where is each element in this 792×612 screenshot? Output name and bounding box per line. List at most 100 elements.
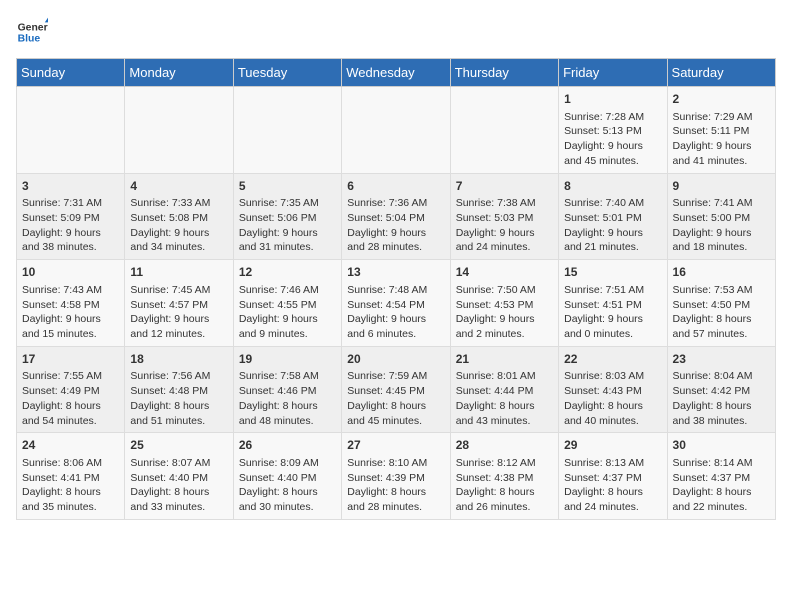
calendar-cell: 17Sunrise: 7:55 AM Sunset: 4:49 PM Dayli… <box>17 346 125 433</box>
week-row-0: 1Sunrise: 7:28 AM Sunset: 5:13 PM Daylig… <box>17 87 776 174</box>
day-info: Sunrise: 7:28 AM Sunset: 5:13 PM Dayligh… <box>564 110 661 169</box>
calendar-cell: 19Sunrise: 7:58 AM Sunset: 4:46 PM Dayli… <box>233 346 341 433</box>
day-number: 8 <box>564 178 661 195</box>
weekday-header-sunday: Sunday <box>17 59 125 87</box>
calendar-cell: 1Sunrise: 7:28 AM Sunset: 5:13 PM Daylig… <box>559 87 667 174</box>
day-info: Sunrise: 7:45 AM Sunset: 4:57 PM Dayligh… <box>130 283 227 342</box>
calendar-cell: 14 Sunrise: 7:50 AM Sunset: 4:53 PM Dayli… <box>450 260 558 347</box>
day-info: Sunrise: 7:56 AM Sunset: 4:48 PM Dayligh… <box>130 369 227 428</box>
day-number: 7 <box>456 178 553 195</box>
day-info: Sunrise: 7:46 AM Sunset: 4:55 PM Dayligh… <box>239 283 336 342</box>
calendar-cell: 25 Sunrise: 8:07 AM Sunset: 4:40 PM Dayli… <box>125 433 233 520</box>
weekday-header-row: SundayMondayTuesdayWednesdayThursdayFrid… <box>17 59 776 87</box>
day-info: Sunrise: 7:58 AM Sunset: 4:46 PM Dayligh… <box>239 369 336 428</box>
calendar-cell: 3Sunrise: 7:31 AM Sunset: 5:09 PM Daylig… <box>17 173 125 260</box>
svg-text:Blue: Blue <box>18 34 41 45</box>
day-number: 13 <box>347 264 444 281</box>
week-row-4: 24 Sunrise: 8:06 AM Sunset: 4:41 PM Dayli… <box>17 433 776 520</box>
calendar-cell: 18Sunrise: 7:56 AM Sunset: 4:48 PM Dayli… <box>125 346 233 433</box>
day-number: 14 <box>456 264 553 281</box>
day-number: 3 <box>22 178 119 195</box>
day-info: Sunrise: 7:36 AM Sunset: 5:04 PM Dayligh… <box>347 196 444 255</box>
day-number: 20 <box>347 351 444 368</box>
calendar-cell <box>125 87 233 174</box>
calendar-cell: 20Sunrise: 7:59 AM Sunset: 4:45 PM Dayli… <box>342 346 450 433</box>
day-number: 15 <box>564 264 661 281</box>
day-info: Sunrise: 8:06 AM Sunset: 4:41 PM Dayligh… <box>22 456 119 515</box>
day-info: Sunrise: 7:38 AM Sunset: 5:03 PM Dayligh… <box>456 196 553 255</box>
day-number: 10 <box>22 264 119 281</box>
calendar-cell <box>450 87 558 174</box>
calendar-cell: 15 Sunrise: 7:51 AM Sunset: 4:51 PM Dayli… <box>559 260 667 347</box>
day-number: 27 <box>347 437 444 454</box>
weekday-header-thursday: Thursday <box>450 59 558 87</box>
day-info: Sunrise: 8:12 AM Sunset: 4:38 PM Dayligh… <box>456 456 553 515</box>
calendar-cell: 10 Sunrise: 7:43 AM Sunset: 4:58 PM Dayli… <box>17 260 125 347</box>
calendar-cell: 28Sunrise: 8:12 AM Sunset: 4:38 PM Dayli… <box>450 433 558 520</box>
day-info: Sunrise: 7:31 AM Sunset: 5:09 PM Dayligh… <box>22 196 119 255</box>
day-number: 25 <box>130 437 227 454</box>
day-number: 29 <box>564 437 661 454</box>
day-number: 2 <box>673 91 770 108</box>
day-info: Sunrise: 7:50 AM Sunset: 4:53 PM Dayligh… <box>456 283 553 342</box>
day-info: Sunrise: 7:43 AM Sunset: 4:58 PM Dayligh… <box>22 283 119 342</box>
calendar-cell: 6Sunrise: 7:36 AM Sunset: 5:04 PM Daylig… <box>342 173 450 260</box>
day-info: Sunrise: 8:03 AM Sunset: 4:43 PM Dayligh… <box>564 369 661 428</box>
day-number: 26 <box>239 437 336 454</box>
day-info: Sunrise: 8:10 AM Sunset: 4:39 PM Dayligh… <box>347 456 444 515</box>
week-row-2: 10 Sunrise: 7:43 AM Sunset: 4:58 PM Dayli… <box>17 260 776 347</box>
calendar-cell: 30Sunrise: 8:14 AM Sunset: 4:37 PM Dayli… <box>667 433 775 520</box>
weekday-header-friday: Friday <box>559 59 667 87</box>
logo-icon: General Blue <box>16 16 48 48</box>
calendar-cell: 26 Sunrise: 8:09 AM Sunset: 4:40 PM Dayli… <box>233 433 341 520</box>
week-row-1: 3Sunrise: 7:31 AM Sunset: 5:09 PM Daylig… <box>17 173 776 260</box>
header: General Blue <box>16 16 776 48</box>
day-number: 16 <box>673 264 770 281</box>
calendar-cell: 23Sunrise: 8:04 AM Sunset: 4:42 PM Dayli… <box>667 346 775 433</box>
weekday-header-saturday: Saturday <box>667 59 775 87</box>
calendar-cell <box>17 87 125 174</box>
day-info: Sunrise: 7:33 AM Sunset: 5:08 PM Dayligh… <box>130 196 227 255</box>
day-number: 12 <box>239 264 336 281</box>
calendar-cell: 21Sunrise: 8:01 AM Sunset: 4:44 PM Dayli… <box>450 346 558 433</box>
day-number: 19 <box>239 351 336 368</box>
calendar-cell: 7Sunrise: 7:38 AM Sunset: 5:03 PM Daylig… <box>450 173 558 260</box>
day-info: Sunrise: 7:35 AM Sunset: 5:06 PM Dayligh… <box>239 196 336 255</box>
calendar-cell: 4Sunrise: 7:33 AM Sunset: 5:08 PM Daylig… <box>125 173 233 260</box>
calendar-cell <box>342 87 450 174</box>
calendar-cell: 22Sunrise: 8:03 AM Sunset: 4:43 PM Dayli… <box>559 346 667 433</box>
calendar-cell: 11Sunrise: 7:45 AM Sunset: 4:57 PM Dayli… <box>125 260 233 347</box>
svg-text:General: General <box>18 22 48 33</box>
calendar-cell: 27 Sunrise: 8:10 AM Sunset: 4:39 PM Dayli… <box>342 433 450 520</box>
day-info: Sunrise: 8:07 AM Sunset: 4:40 PM Dayligh… <box>130 456 227 515</box>
weekday-header-wednesday: Wednesday <box>342 59 450 87</box>
day-number: 4 <box>130 178 227 195</box>
calendar-cell: 29 Sunrise: 8:13 AM Sunset: 4:37 PM Dayli… <box>559 433 667 520</box>
day-info: Sunrise: 8:13 AM Sunset: 4:37 PM Dayligh… <box>564 456 661 515</box>
day-info: Sunrise: 7:51 AM Sunset: 4:51 PM Dayligh… <box>564 283 661 342</box>
day-number: 18 <box>130 351 227 368</box>
calendar-table: SundayMondayTuesdayWednesdayThursdayFrid… <box>16 58 776 520</box>
calendar-cell: 9Sunrise: 7:41 AM Sunset: 5:00 PM Daylig… <box>667 173 775 260</box>
day-info: Sunrise: 8:01 AM Sunset: 4:44 PM Dayligh… <box>456 369 553 428</box>
day-info: Sunrise: 7:29 AM Sunset: 5:11 PM Dayligh… <box>673 110 770 169</box>
day-info: Sunrise: 7:59 AM Sunset: 4:45 PM Dayligh… <box>347 369 444 428</box>
weekday-header-tuesday: Tuesday <box>233 59 341 87</box>
weekday-header-monday: Monday <box>125 59 233 87</box>
day-info: Sunrise: 8:09 AM Sunset: 4:40 PM Dayligh… <box>239 456 336 515</box>
day-number: 24 <box>22 437 119 454</box>
day-number: 22 <box>564 351 661 368</box>
calendar-cell: 13Sunrise: 7:48 AM Sunset: 4:54 PM Dayli… <box>342 260 450 347</box>
logo: General Blue <box>16 16 52 48</box>
day-info: Sunrise: 7:53 AM Sunset: 4:50 PM Dayligh… <box>673 283 770 342</box>
calendar-cell: 12 Sunrise: 7:46 AM Sunset: 4:55 PM Dayli… <box>233 260 341 347</box>
day-info: Sunrise: 7:41 AM Sunset: 5:00 PM Dayligh… <box>673 196 770 255</box>
calendar-cell: 24 Sunrise: 8:06 AM Sunset: 4:41 PM Dayli… <box>17 433 125 520</box>
day-number: 9 <box>673 178 770 195</box>
day-info: Sunrise: 8:14 AM Sunset: 4:37 PM Dayligh… <box>673 456 770 515</box>
day-number: 6 <box>347 178 444 195</box>
week-row-3: 17Sunrise: 7:55 AM Sunset: 4:49 PM Dayli… <box>17 346 776 433</box>
calendar-cell: 8Sunrise: 7:40 AM Sunset: 5:01 PM Daylig… <box>559 173 667 260</box>
day-number: 21 <box>456 351 553 368</box>
day-number: 5 <box>239 178 336 195</box>
